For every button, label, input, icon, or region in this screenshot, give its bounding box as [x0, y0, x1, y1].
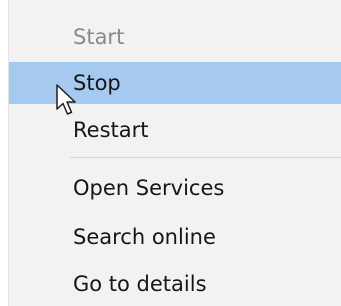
context-menu: Start Stop Restart Open Services Search … — [8, 0, 341, 306]
menu-item-search-online[interactable]: Search online — [9, 216, 341, 258]
menu-item-start[interactable]: Start — [9, 16, 341, 58]
menu-item-open-services[interactable]: Open Services — [9, 167, 341, 209]
menu-item-go-to-details[interactable]: Go to details — [9, 263, 341, 305]
menu-separator — [70, 157, 341, 158]
screen: Start Stop Restart Open Services Search … — [0, 0, 341, 306]
arrow-pointer-icon — [56, 84, 76, 115]
